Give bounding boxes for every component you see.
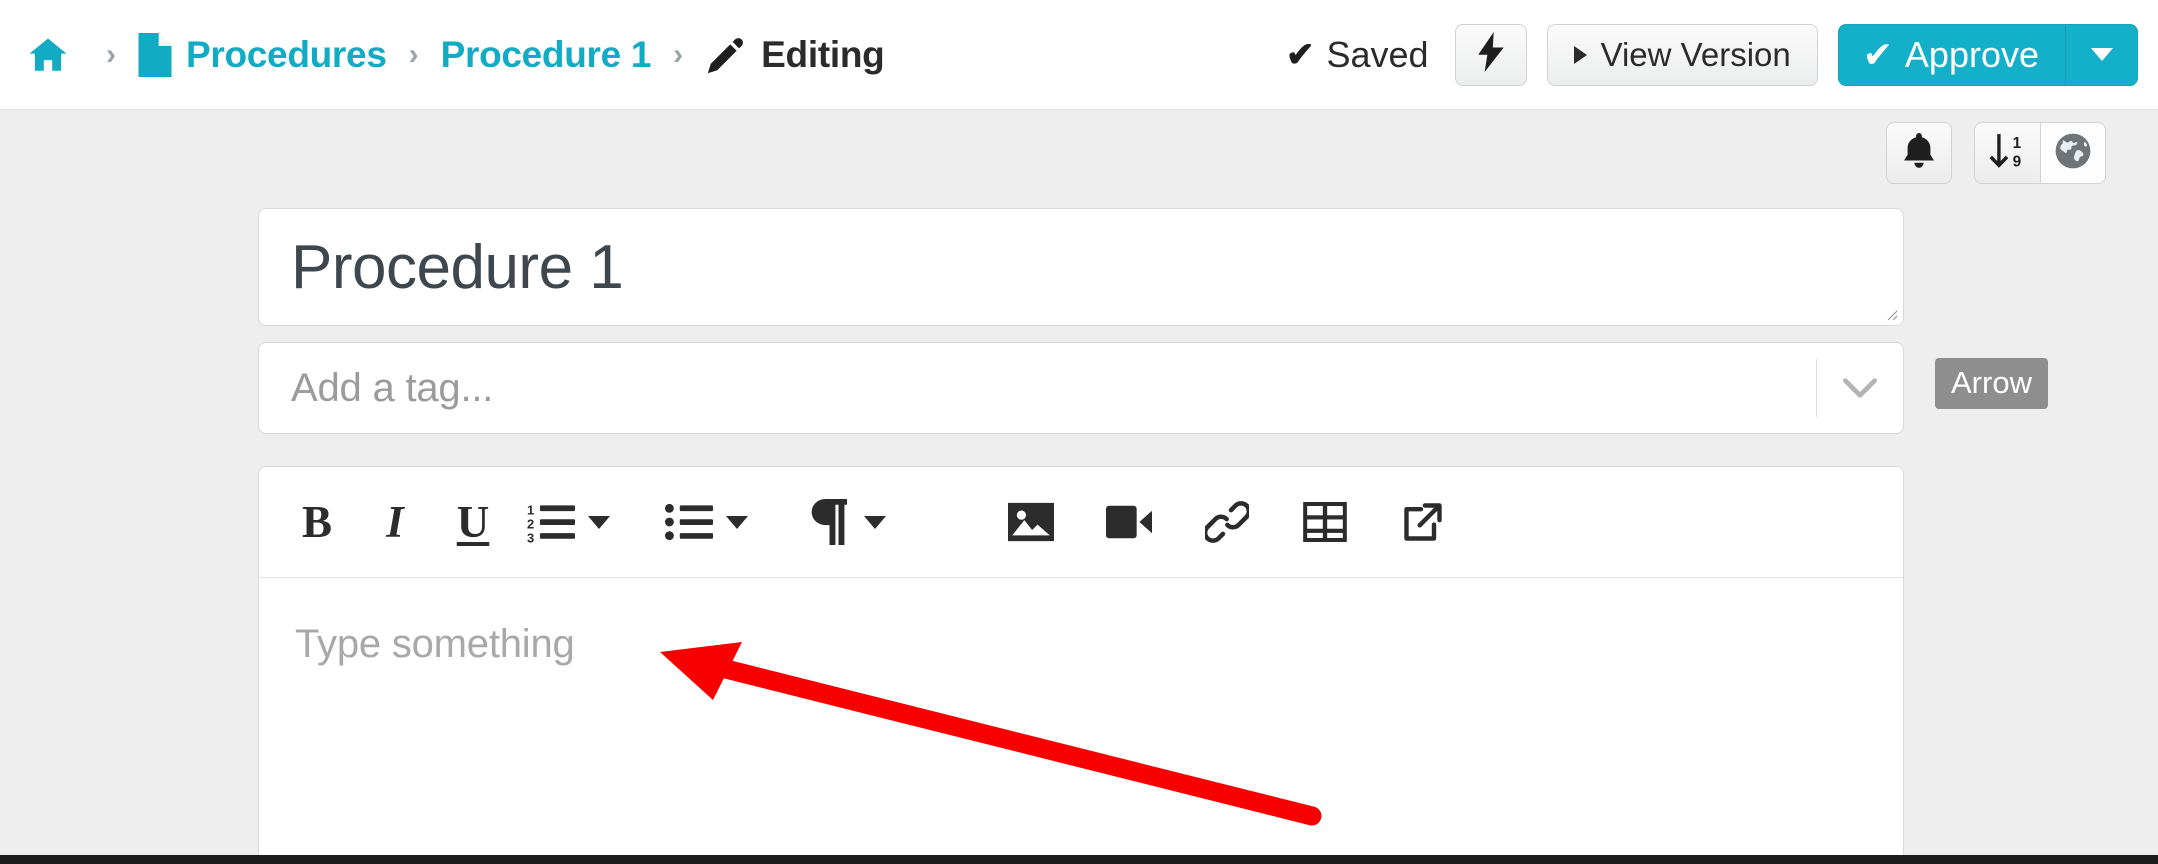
external-link-icon[interactable] [1395, 494, 1451, 550]
home-icon [26, 34, 70, 76]
breadcrumb-item-editing: Editing [705, 33, 885, 76]
link-icon[interactable] [1199, 494, 1255, 550]
breadcrumb: › Procedures › Procedure 1 › Editing [26, 32, 1286, 77]
document-title-value: Procedure 1 [291, 232, 624, 302]
document-title-input[interactable]: Procedure 1 [258, 208, 1904, 326]
image-icon[interactable] [1003, 494, 1059, 550]
breadcrumb-separator: › [673, 37, 684, 71]
caret-down-icon [726, 515, 748, 529]
breadcrumb-item-procedures[interactable]: Procedures [138, 32, 387, 77]
caret-down-icon [588, 515, 610, 529]
editor-content-area[interactable]: Type something [259, 578, 1903, 711]
svg-text:1: 1 [527, 503, 534, 518]
annotation-label-arrow: Arrow [1935, 358, 2048, 409]
header-actions: ✔ Saved View Version ✔ Approve [1286, 23, 2138, 86]
chevron-down-icon [1842, 378, 1878, 398]
tag-input[interactable]: Add a tag... [258, 342, 1904, 434]
editor-placeholder: Type something [295, 622, 575, 666]
check-icon: ✔ [1862, 33, 1893, 75]
editor-toolbar: B I U 1 2 3 [259, 467, 1903, 578]
breadcrumb-item-procedure-1-label: Procedure 1 [440, 33, 652, 75]
svg-text:3: 3 [527, 530, 534, 543]
unordered-list-icon[interactable] [661, 494, 717, 550]
ordered-list-dropdown[interactable] [579, 515, 619, 529]
breadcrumb-item-procedure-1[interactable]: Procedure 1 [441, 34, 652, 76]
unordered-list-dropdown[interactable] [717, 515, 757, 529]
top-bar: › Procedures › Procedure 1 › Editing ✔ S… [0, 0, 2158, 110]
tag-placeholder: Add a tag... [291, 365, 494, 410]
svg-text:2: 2 [527, 516, 534, 531]
tag-dropdown-button[interactable] [1817, 373, 1903, 403]
lightning-bolt-icon [1477, 31, 1504, 78]
paragraph-dropdown[interactable] [855, 515, 895, 529]
approve-label: Approve [1904, 33, 2039, 75]
underline-icon[interactable]: U [445, 494, 501, 550]
approve-dropdown-button[interactable] [2066, 23, 2138, 86]
view-version-label: View Version [1600, 35, 1791, 73]
breadcrumb-separator: › [408, 37, 419, 71]
pencil-icon [705, 34, 747, 76]
video-icon[interactable] [1101, 494, 1157, 550]
quick-actions-button[interactable] [1454, 23, 1527, 86]
window-bottom-edge [0, 855, 2158, 864]
bold-icon[interactable]: B [289, 494, 345, 550]
paragraph-icon[interactable] [799, 494, 855, 550]
italic-icon[interactable]: I [367, 494, 423, 550]
saved-status: ✔ Saved [1286, 34, 1429, 76]
check-icon: ✔ [1285, 35, 1315, 74]
table-icon[interactable] [1297, 494, 1353, 550]
breadcrumb-item-home[interactable] [26, 34, 84, 76]
document-icon [138, 32, 172, 77]
resize-handle-icon[interactable] [1882, 305, 1898, 321]
ordered-list-icon[interactable]: 1 2 3 [523, 494, 579, 550]
rich-text-editor: B I U 1 2 3 Type something [258, 466, 1904, 864]
approve-button[interactable]: ✔ Approve [1837, 23, 2066, 86]
caret-down-icon [864, 515, 886, 529]
breadcrumb-separator: › [106, 37, 116, 71]
saved-status-label: Saved [1326, 33, 1429, 75]
caret-right-icon [1573, 45, 1587, 64]
main-content: Procedure 1 Add a tag... B I U 1 2 3 Typ… [0, 110, 2158, 864]
chevron-down-icon [2090, 48, 2113, 61]
breadcrumb-item-procedures-label: Procedures [186, 33, 387, 75]
view-version-button[interactable]: View Version [1546, 23, 1818, 86]
app-root: › Procedures › Procedure 1 › Editing ✔ S… [0, 0, 2158, 864]
breadcrumb-item-editing-label: Editing [761, 33, 885, 75]
